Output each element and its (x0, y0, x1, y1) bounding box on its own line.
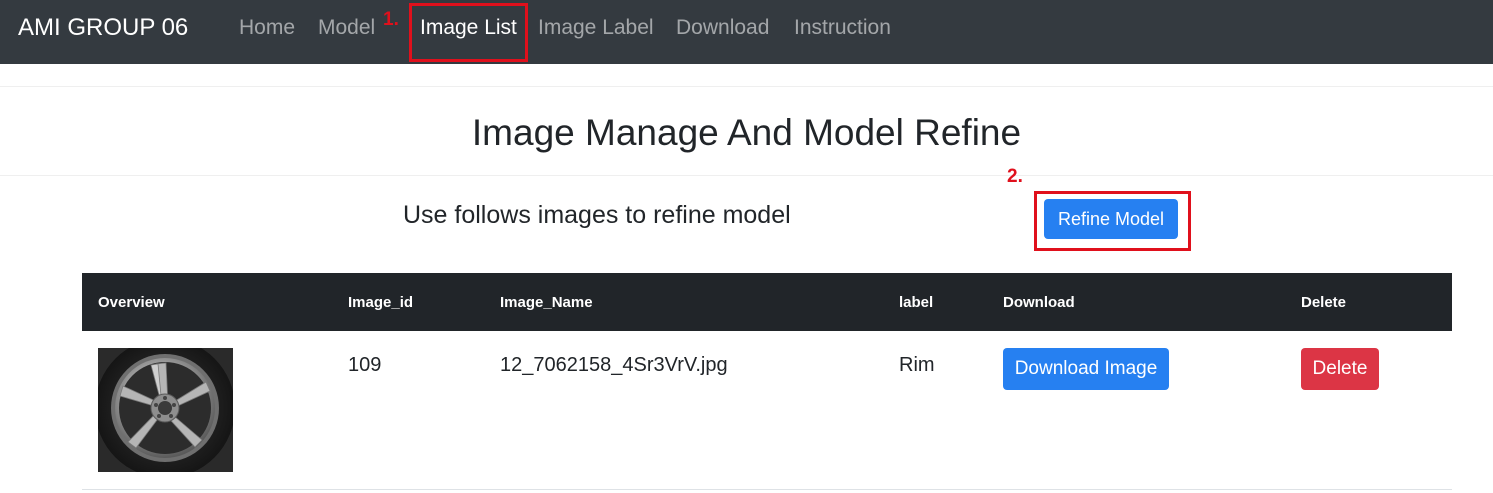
navbar-brand[interactable]: AMI GROUP 06 (18, 14, 188, 42)
cell-label: Rim (899, 354, 935, 376)
header-top-divider (0, 86, 1493, 87)
page-subtitle: Use follows images to refine model (403, 201, 791, 229)
cell-image-id: 109 (348, 354, 382, 376)
column-header-overview: Overview (98, 294, 165, 311)
car-rim-thumbnail-icon (98, 348, 233, 472)
rim-image (98, 348, 233, 472)
refine-model-button[interactable]: Refine Model (1044, 199, 1178, 239)
column-header-delete: Delete (1301, 294, 1347, 311)
step-1-highlight-box (409, 3, 528, 62)
column-header-image-name: Image_Name (500, 294, 593, 311)
delete-button[interactable]: Delete (1301, 348, 1379, 390)
step-2-marker: 2. (1007, 166, 1023, 187)
nav-link-model[interactable]: Model (318, 16, 375, 40)
table-header: Overview Image_id Image_Name label Downl… (82, 273, 1452, 331)
row-divider (82, 489, 1452, 490)
column-header-download: Download (1003, 294, 1075, 311)
header-bottom-divider (0, 175, 1493, 176)
page-title: Image Manage And Model Refine (471, 112, 1022, 153)
cell-image-name: 12_7062158_4Sr3VrV.jpg (500, 354, 728, 376)
step-1-marker: 1. (383, 9, 399, 30)
column-header-label: label (899, 294, 934, 311)
navbar: AMI GROUP 06 Home Model Image List Image… (0, 0, 1493, 64)
download-image-button[interactable]: Download Image (1003, 348, 1169, 390)
nav-link-image-label[interactable]: Image Label (538, 16, 654, 40)
nav-link-instruction[interactable]: Instruction (794, 16, 891, 40)
nav-link-home[interactable]: Home (239, 16, 295, 40)
nav-link-download[interactable]: Download (676, 16, 769, 40)
column-header-image-id: Image_id (348, 294, 414, 311)
